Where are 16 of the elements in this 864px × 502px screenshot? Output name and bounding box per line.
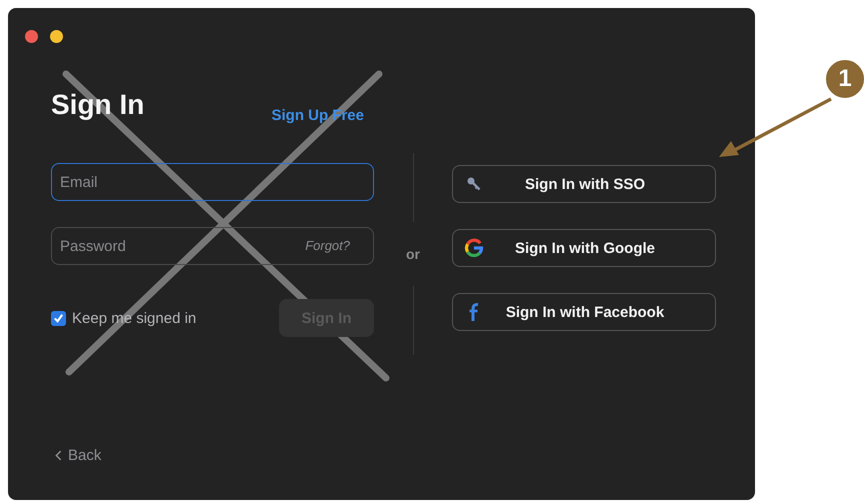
close-button[interactable] — [25, 30, 38, 43]
page-title: Sign In — [51, 88, 144, 122]
checkbox-label: Keep me signed in — [72, 310, 196, 326]
sign-in-provider-button[interactable]: Sign In with Google — [452, 229, 716, 267]
keep-signed-in-checkbox[interactable] — [51, 310, 66, 326]
google-logo-icon — [463, 238, 485, 258]
email-field[interactable]: Email — [51, 163, 374, 201]
sign-in-provider-button[interactable]: Sign In with SSO — [452, 165, 716, 203]
forgot-link[interactable]: Forgot? — [305, 238, 350, 253]
sign-up-link[interactable]: Sign Up Free — [271, 107, 364, 124]
minimize-button[interactable] — [50, 30, 63, 43]
sign-in-provider-button[interactable]: Sign In with Facebook — [452, 293, 716, 331]
or-label: or — [406, 245, 420, 264]
back-link[interactable]: Back — [55, 447, 102, 464]
annotation-badge: 1 — [824, 58, 864, 100]
chevron-left-icon — [55, 450, 62, 461]
